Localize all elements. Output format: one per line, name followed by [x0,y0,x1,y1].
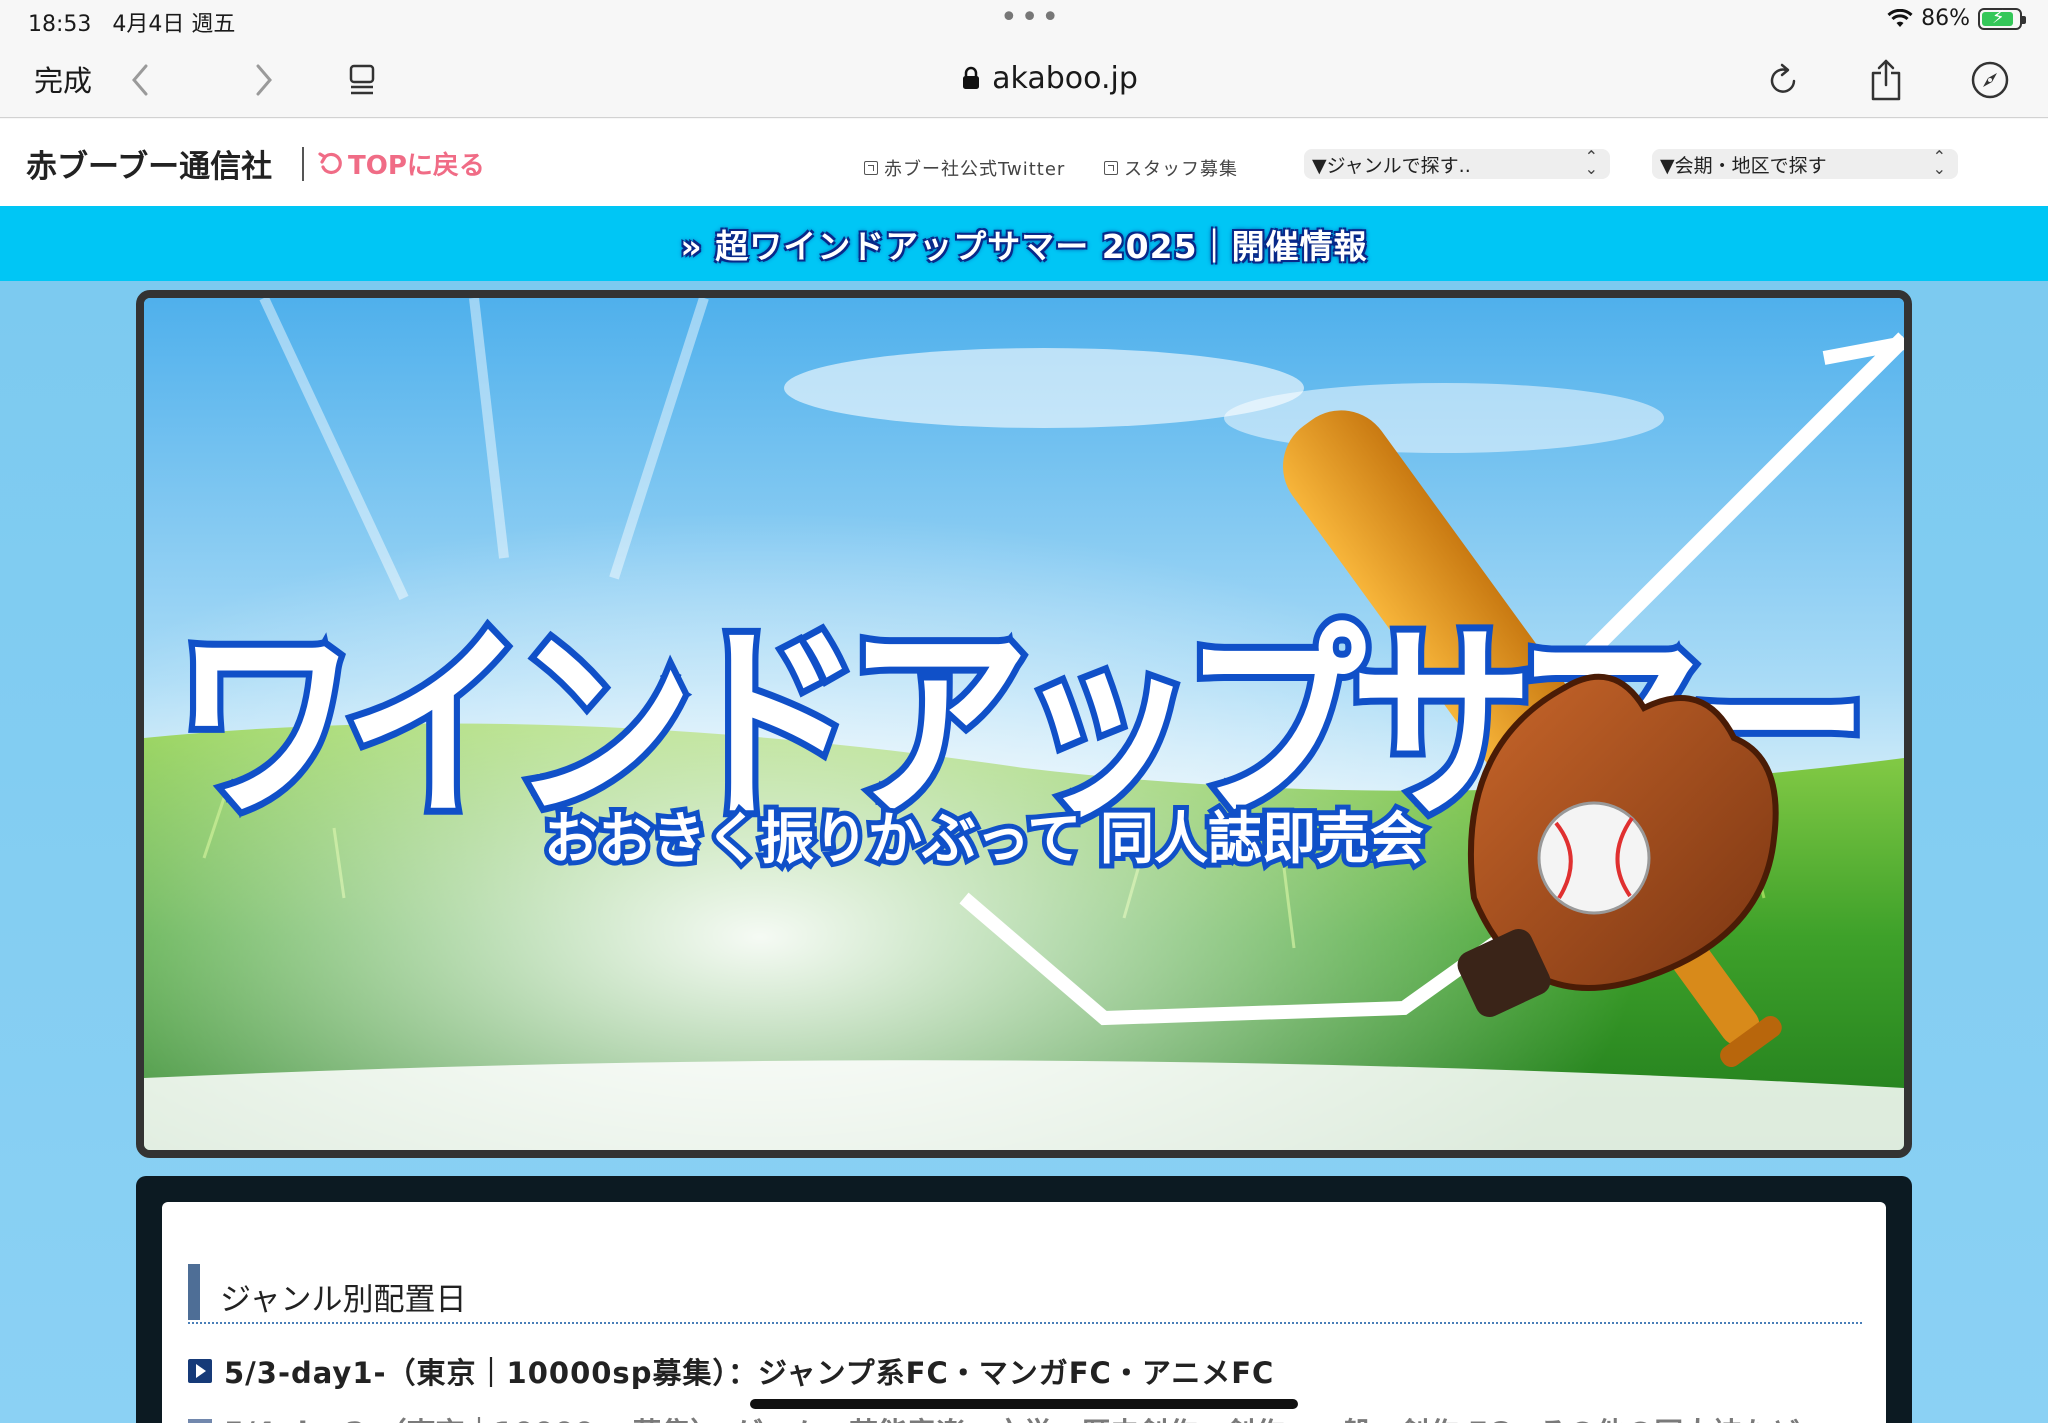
hero-subtitle: おおきく振りかぶって 同人誌即売会 [544,807,1424,872]
battery-percent: 86% [1921,6,1970,31]
site-header: 赤ブーブー通信社 TOPに戻る 赤ブー社公式Twitter スタッフ募集 ▼ジャ… [0,119,2048,206]
browser-toolbar: 完成 akaboo.jp [0,40,2048,118]
site-logo[interactable]: 赤ブーブー通信社 [26,141,272,186]
event-info-label: » 超ワインドアップサマー 2025｜開催情報 [680,226,1368,266]
compass-button[interactable] [1964,54,2016,106]
genre-item-label: 5/4-day2-（東京｜10000sp募集）：ゲーム・芸能音楽・文学・歴史創作… [224,1410,1799,1423]
heading-bar [188,1264,200,1320]
area-select[interactable]: ▼会期・地区で探す ⌃ ⌄ [1652,149,1958,179]
compass-icon [1971,61,2009,99]
genre-item-label: 5/3-day1-（東京｜10000sp募集）：ジャンプ系FC・マンガFC・アニ… [224,1356,1275,1390]
done-button[interactable]: 完成 [34,58,92,100]
reader-icon [349,64,375,95]
select-chevron-icon: ⌃ ⌄ [1584,147,1598,178]
status-time: 18:53 4月4日 週五 [28,12,236,37]
external-link-icon [1104,161,1118,175]
play-arrow-icon [188,1359,212,1383]
chevron-left-icon [132,64,148,96]
lock-icon [963,66,980,89]
event-info-banner[interactable]: » 超ワインドアップサマー 2025｜開催情報 [0,206,2048,281]
header-divider [302,147,304,181]
genre-select[interactable]: ▼ジャンルで探す.. ⌃ ⌄ [1304,149,1610,179]
return-icon [318,151,342,174]
reload-button[interactable] [1758,54,1810,106]
share-icon [1871,59,1901,101]
staff-link[interactable]: スタッフ募集 [1104,155,1238,181]
wifi-icon [1887,8,1913,27]
top-link[interactable]: TOPに戻る [318,145,485,182]
tabs-button[interactable] [336,54,388,106]
reload-icon [1770,63,1796,93]
hero-banner: ワインドアップサマー おおきく振りかぶって 同人誌即売会 [136,290,1912,1158]
address-bar[interactable]: akaboo.jp [920,54,1180,102]
status-right: 86% ⚡ [1887,6,2026,31]
section-heading: ジャンル別配置日 [188,1264,1862,1324]
select-chevron-icon: ⌃ ⌄ [1932,147,1946,178]
section-heading-label: ジャンル別配置日 [220,1282,467,1318]
twitter-link[interactable]: 赤ブー社公式Twitter [864,155,1065,181]
external-link-icon [864,161,878,175]
multitasking-dots-icon[interactable]: ••• [1000,0,1062,35]
hero-illustration: ワインドアップサマー おおきく振りかぶって 同人誌即売会 [144,298,1904,1150]
url-text: akaboo.jp [992,60,1138,96]
chevron-right-icon [256,64,272,96]
battery-icon: ⚡ [1978,7,2026,30]
back-button[interactable] [114,54,166,106]
genre-list-item[interactable]: 5/4-day2-（東京｜10000sp募集）：ゲーム・芸能音楽・文学・歴史創作… [188,1410,1799,1423]
forward-button[interactable] [238,54,290,106]
genre-list-item[interactable]: 5/3-day1-（東京｜10000sp募集）：ジャンプ系FC・マンガFC・アニ… [188,1350,1274,1392]
play-arrow-icon [188,1419,212,1423]
status-bar: 18:53 4月4日 週五 ••• 86% ⚡ [0,0,2048,40]
share-button[interactable] [1860,54,1912,106]
home-indicator[interactable] [750,1399,1298,1409]
